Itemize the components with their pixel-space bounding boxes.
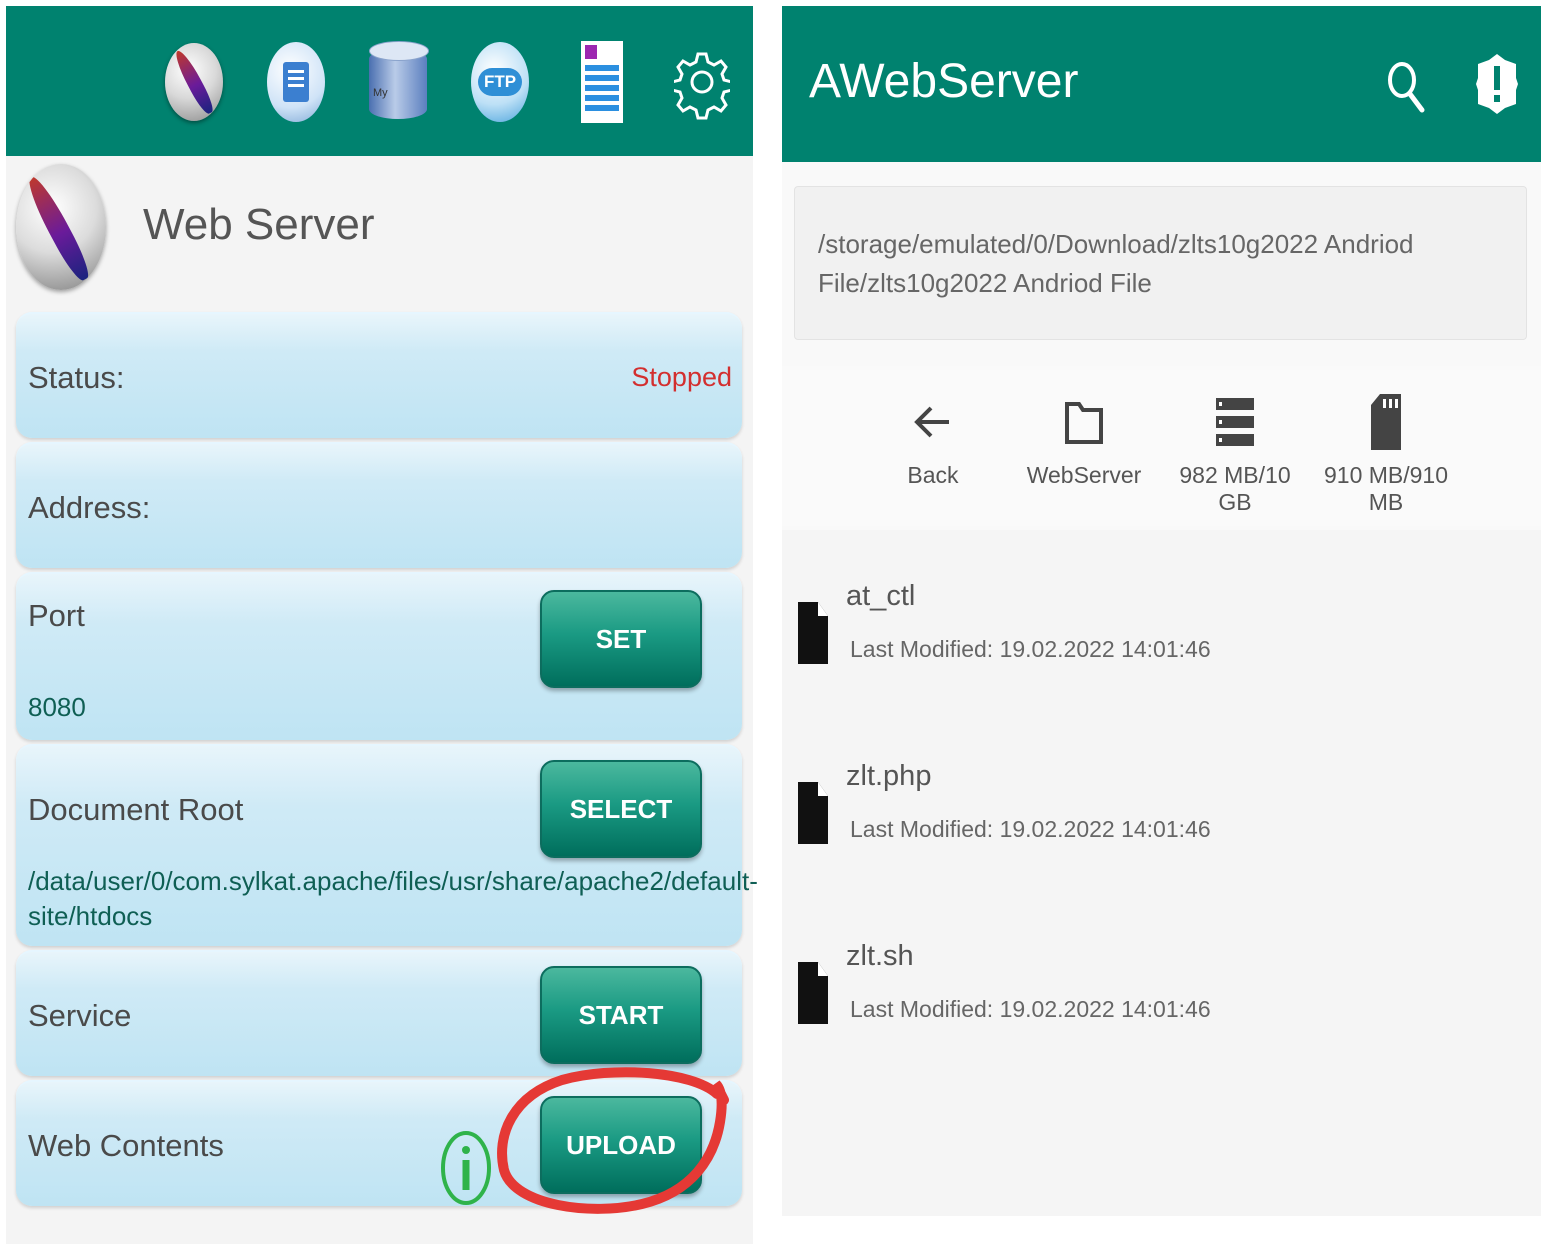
file-icon xyxy=(796,780,830,846)
port-label: Port xyxy=(28,598,85,633)
status-value: Stopped xyxy=(631,362,732,392)
right-toolbar: AWebServer xyxy=(782,6,1541,162)
search-icon[interactable] xyxy=(1386,58,1426,114)
web-server-panel: My FTP Web Server Status: Stopped Addres… xyxy=(6,6,758,1244)
folder-icon xyxy=(1009,390,1159,454)
sd-card-label: 910 MB/910 MB xyxy=(1323,462,1449,515)
current-path-box: /storage/emulated/0/Download/zlts10g2022… xyxy=(794,186,1527,340)
status-card: Status: Stopped xyxy=(16,312,742,438)
file-modified: Last Modified: 19.02.2022 14:01:46 xyxy=(850,816,1211,842)
navigation-row: Back WebServer 982 MB/10 GB 910 MB/910 M… xyxy=(782,366,1541,526)
file-icon xyxy=(796,600,830,666)
back-label: Back xyxy=(907,462,959,488)
service-label: Service xyxy=(28,998,132,1033)
status-label: Status: xyxy=(28,360,125,395)
web-contents-label: Web Contents xyxy=(28,1128,224,1163)
document-root-path: /data/user/0/com.sylkat.apache/files/usr… xyxy=(28,866,758,931)
address-card: Address: xyxy=(16,442,742,568)
app-header: Web Server xyxy=(6,156,753,306)
start-service-button[interactable]: START xyxy=(540,966,702,1064)
port-value: 8080 xyxy=(28,692,86,722)
file-name: zlt.php xyxy=(846,760,932,792)
left-toolbar: My FTP xyxy=(6,6,753,156)
internal-storage-label: 982 MB/10 GB xyxy=(1179,462,1291,515)
port-card: Port SET 8080 xyxy=(16,572,742,740)
service-card: Service START xyxy=(16,950,742,1076)
arrow-back-icon xyxy=(858,390,1008,454)
webserver-label: WebServer xyxy=(1026,462,1142,488)
file-modified: Last Modified: 19.02.2022 14:01:46 xyxy=(850,636,1211,662)
internal-storage-button[interactable]: 982 MB/10 GB xyxy=(1160,390,1310,515)
address-label: Address: xyxy=(28,490,151,525)
web-contents-card: Web Contents UPLOAD xyxy=(16,1080,742,1206)
file-list: at_ctl Last Modified: 19.02.2022 14:01:4… xyxy=(782,530,1541,1216)
document-icon[interactable] xyxy=(570,40,634,124)
file-row-at_ctl[interactable]: at_ctl Last Modified: 19.02.2022 14:01:4… xyxy=(782,540,1541,690)
file-name: at_ctl xyxy=(846,580,916,612)
file-row-zlt-sh[interactable]: zlt.sh Last Modified: 19.02.2022 14:01:4… xyxy=(782,900,1541,1050)
gear-icon[interactable] xyxy=(670,40,734,124)
sd-card-button[interactable]: 910 MB/910 MB xyxy=(1311,390,1461,515)
app-title: AWebServer xyxy=(809,55,1079,108)
apache-logo xyxy=(16,164,106,290)
webserver-folder-button[interactable]: WebServer xyxy=(1009,390,1159,510)
document-root-label: Document Root xyxy=(28,792,244,827)
file-name: zlt.sh xyxy=(846,940,914,972)
awebserver-panel: AWebServer /storage/emulated/0/Download/… xyxy=(782,6,1541,1216)
info-icon[interactable] xyxy=(440,1130,492,1206)
ftp-icon[interactable]: FTP xyxy=(468,40,532,124)
upload-button[interactable]: UPLOAD xyxy=(540,1096,702,1194)
file-modified: Last Modified: 19.02.2022 14:01:46 xyxy=(850,996,1211,1022)
apache-feather-icon[interactable] xyxy=(162,40,226,124)
alert-icon[interactable] xyxy=(1476,52,1518,116)
sd-card-icon xyxy=(1311,390,1461,454)
file-row-zlt-php[interactable]: zlt.php Last Modified: 19.02.2022 14:01:… xyxy=(782,720,1541,870)
mysql-icon[interactable]: My xyxy=(366,40,430,124)
document-root-card: Document Root SELECT /data/user/0/com.sy… xyxy=(16,744,758,946)
page-title: Web Server xyxy=(143,200,375,249)
file-icon xyxy=(796,960,830,1026)
storage-icon xyxy=(1160,390,1310,454)
set-port-button[interactable]: SET xyxy=(540,590,702,688)
back-button[interactable]: Back xyxy=(858,390,1008,510)
current-path: /storage/emulated/0/Download/zlts10g2022… xyxy=(818,229,1414,298)
select-document-root-button[interactable]: SELECT xyxy=(540,760,702,858)
log-file-icon[interactable] xyxy=(264,40,328,124)
